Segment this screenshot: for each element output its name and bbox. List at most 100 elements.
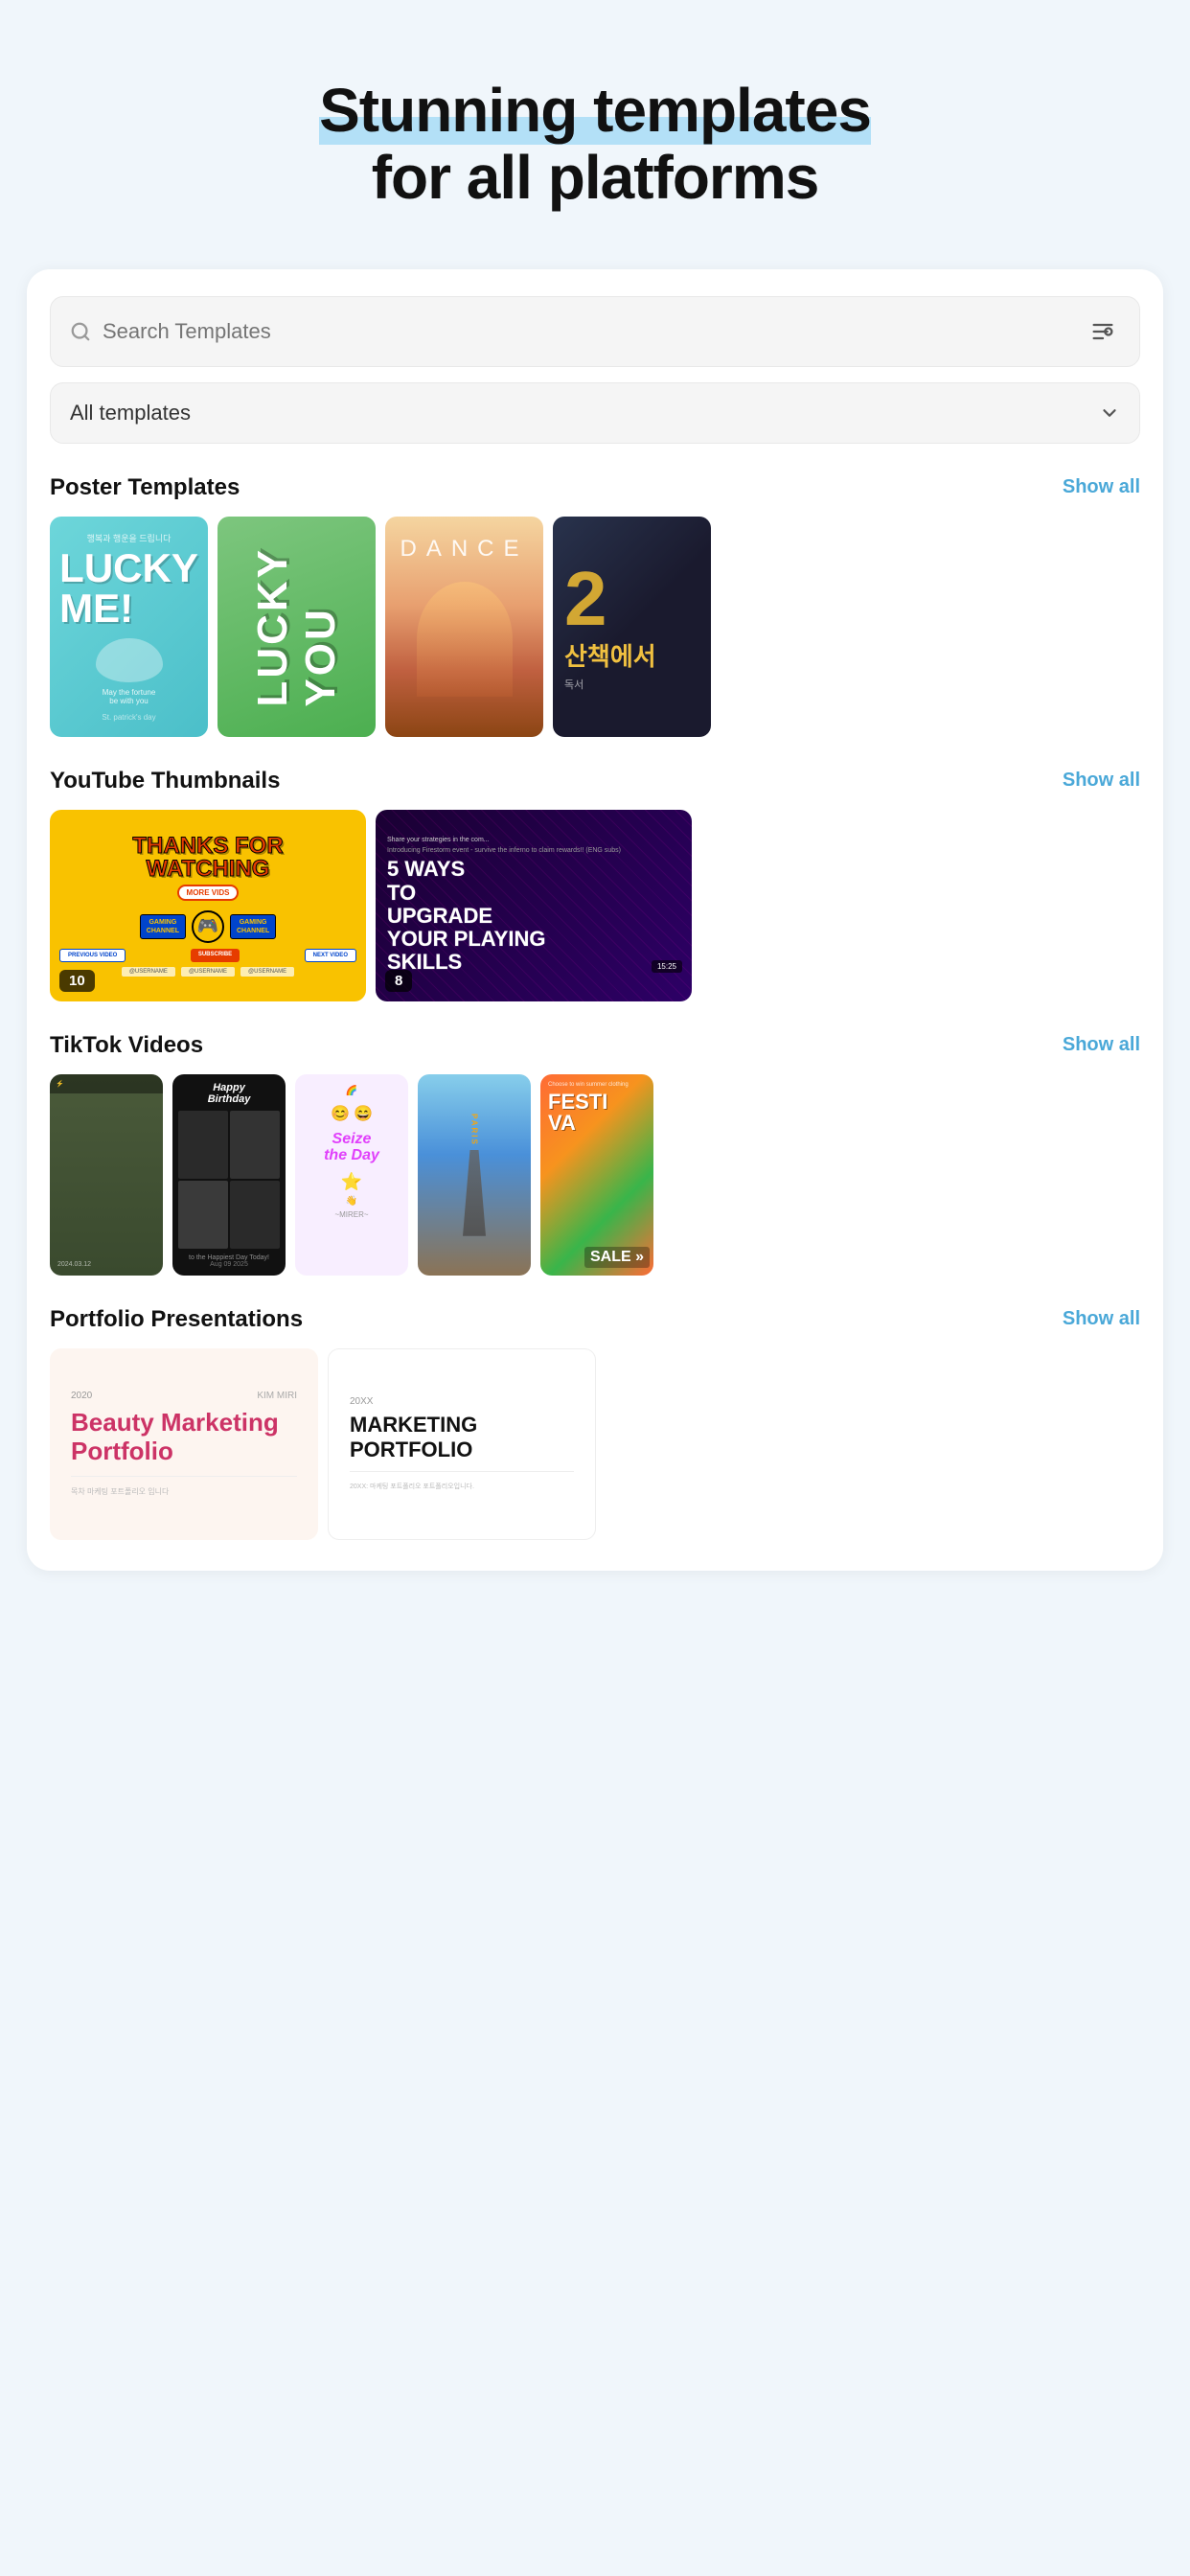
portfolio-grid: 2020 KIM MIRI Beauty MarketingPortfolio … — [50, 1348, 1140, 1540]
yt1-circle: 🎮 — [192, 910, 224, 943]
tiktok3-rainbow: 🌈 — [346, 1086, 357, 1096]
search-bar[interactable] — [50, 296, 1140, 367]
tiktok-item[interactable]: HappyBirthday to the Happiest Day Today!… — [172, 1074, 286, 1276]
portfolio-section: Portfolio Presentations Show all 2020 KI… — [50, 1306, 1140, 1540]
yt1-chip1: GAMINGCHANNEL — [140, 914, 186, 939]
search-input[interactable] — [103, 319, 1086, 344]
yt2-time: 15:25 — [652, 960, 682, 973]
poster-section-header: Poster Templates Show all — [50, 474, 1140, 501]
yt1-user1: @USERNAME — [122, 967, 175, 977]
yt1-user2: @USERNAME — [181, 967, 235, 977]
port1-divider — [71, 1476, 297, 1477]
youtube-section-title: YouTube Thumbnails — [50, 768, 280, 794]
tiktok2-title: HappyBirthday — [208, 1082, 251, 1105]
yt1-chip2: GAMINGCHANNEL — [230, 914, 276, 939]
main-card: All templates Poster Templates Show all … — [27, 269, 1163, 1571]
port2-year: 20XX — [350, 1396, 574, 1407]
hero-title-line1: Stunning templates — [319, 76, 871, 145]
hero-section: Stunning templates for all platforms — [0, 0, 1190, 250]
tiktok-item[interactable]: ⚡ 2024.03.12 — [50, 1074, 163, 1276]
tiktok3-name: ~MIRER~ — [334, 1210, 368, 1219]
poster-show-all-link[interactable]: Show all — [1063, 476, 1140, 498]
portfolio-section-header: Portfolio Presentations Show all — [50, 1306, 1140, 1333]
yt2-tag: Share your strategies in the com... — [387, 837, 490, 843]
portfolio-item[interactable]: 20XX MARKETINGPORTFOLIO 20XX: 마케팅 포트폴리오 … — [328, 1348, 596, 1540]
tiktok-section: TikTok Videos Show all ⚡ 2024.03.12 Happ… — [50, 1032, 1140, 1276]
template-type-dropdown[interactable]: All templates — [50, 382, 1140, 444]
youtube-item[interactable]: THANKS FORWATCHING MORE VIDS GAMINGCHANN… — [50, 810, 366, 1001]
tiktok2-photo3 — [178, 1181, 228, 1249]
tiktok3-hi: 👋 — [346, 1196, 357, 1207]
tiktok4-eiffel: PARIS — [470, 1114, 479, 1146]
port1-header: 2020 KIM MIRI — [71, 1391, 297, 1401]
tiktok-item[interactable]: Choose to win summer clothing FESTIVA SA… — [540, 1074, 653, 1276]
yt1-badge: 10 — [59, 970, 95, 992]
poster-lucky-me-cloud — [96, 638, 163, 682]
poster-item[interactable]: DANCE — [385, 517, 543, 737]
tiktok-section-title: TikTok Videos — [50, 1032, 203, 1059]
yt1-more: MORE VIDS — [177, 885, 240, 901]
tiktok5-tag: Choose to win summer clothing — [548, 1082, 629, 1088]
tiktok-section-header: TikTok Videos Show all — [50, 1032, 1140, 1059]
youtube-show-all-link[interactable]: Show all — [1063, 770, 1140, 792]
youtube-item[interactable]: Share your strategies in the com... Intr… — [376, 810, 692, 1001]
tiktok2-photo4 — [230, 1181, 280, 1249]
tiktok2-date: to the Happiest Day Today! — [189, 1254, 269, 1261]
chevron-down-icon — [1099, 402, 1120, 424]
port2-sub: 20XX: 마케팅 포트폴리오 포트폴리오입니다. — [350, 1482, 574, 1491]
tiktok3-face1: 😊 — [331, 1104, 350, 1123]
yt2-intro: Introducing Firestorm event - survive th… — [387, 847, 621, 854]
filter-icon — [1089, 318, 1116, 345]
poster-lucky-me-tag: St. patrick's day — [102, 713, 155, 722]
tiktok1-top-bar: ⚡ — [50, 1074, 163, 1093]
hero-title: Stunning templates for all platforms — [38, 77, 1152, 212]
tiktok5-festi: FESTIVA — [548, 1092, 607, 1134]
youtube-grid: THANKS FORWATCHING MORE VIDS GAMINGCHANN… — [50, 810, 1140, 1001]
yt1-next: NEXT VIDEO — [305, 949, 356, 962]
portfolio-show-all-link[interactable]: Show all — [1063, 1308, 1140, 1330]
tiktok3-star: ⭐ — [341, 1172, 362, 1192]
poster-lucky-you-vert: LUCKYYOU — [249, 547, 345, 707]
tiktok2-photo2 — [230, 1111, 280, 1179]
search-icon — [70, 321, 91, 342]
poster-lucky-me-badge: 행복과 행운을 드립니다 — [87, 532, 172, 544]
yt1-title: THANKS FORWATCHING — [132, 835, 283, 881]
yt1-prev: PREVIOUS VIDEO — [59, 949, 126, 962]
poster-dance-text: DANCE — [400, 536, 528, 563]
tiktok3-faces: 😊 😄 — [331, 1104, 373, 1123]
tiktok4-tower — [460, 1150, 489, 1236]
port1-name: KIM MIRI — [257, 1391, 297, 1401]
tiktok-grid: ⚡ 2024.03.12 HappyBirthday to the Happie… — [50, 1074, 1140, 1276]
yt1-user3: @USERNAME — [240, 967, 294, 977]
portfolio-section-title: Portfolio Presentations — [50, 1306, 303, 1333]
poster-section-title: Poster Templates — [50, 474, 240, 501]
tiktok-show-all-link[interactable]: Show all — [1063, 1034, 1140, 1056]
poster-korean-text: 산책에서 — [564, 637, 656, 673]
yt1-bottom-row: PREVIOUS VIDEO SUBSCRIBE NEXT VIDEO — [59, 949, 356, 962]
portfolio-item[interactable]: 2020 KIM MIRI Beauty MarketingPortfolio … — [50, 1348, 318, 1540]
yt2-title: 5 WAYSTOUPGRADEYOUR PLAYINGSKILLS — [387, 858, 545, 974]
youtube-section-header: YouTube Thumbnails Show all — [50, 768, 1140, 794]
yt1-chips-row: GAMINGCHANNEL 🎮 GAMINGCHANNEL — [140, 910, 276, 943]
poster-section: Poster Templates Show all 행복과 행운을 드립니다 L… — [50, 474, 1140, 737]
poster-item[interactable]: 2 산책에서 독서 — [553, 517, 711, 737]
port2-divider — [350, 1471, 574, 1472]
tiktok2-photo1 — [178, 1111, 228, 1179]
tiktok2-photos — [178, 1111, 280, 1249]
poster-grid: 행복과 행운을 드립니다 LUCKYME! May the fortunebe … — [50, 517, 1140, 737]
tiktok5-sale: SALE » — [584, 1247, 650, 1268]
poster-lucky-me-text: LUCKYME! — [59, 548, 198, 629]
port1-year: 2020 — [71, 1391, 92, 1401]
tiktok2-date2: Aug 09 2025 — [210, 1261, 248, 1268]
filter-button[interactable] — [1086, 314, 1120, 349]
tiktok1-date: 2024.03.12 — [57, 1261, 155, 1268]
hero-title-line2: for all platforms — [372, 143, 819, 212]
yt1-subscribe: SUBSCRIBE — [191, 949, 240, 962]
poster-lucky-me-sub: May the fortunebe with you — [103, 688, 156, 705]
tiktok-item[interactable]: 🌈 😊 😄 Seizethe Day ⭐ 👋 ~MIRER~ — [295, 1074, 408, 1276]
poster-item[interactable]: 행복과 행운을 드립니다 LUCKYME! May the fortunebe … — [50, 517, 208, 737]
tiktok-item[interactable]: PARIS — [418, 1074, 531, 1276]
poster-item[interactable]: LUCKYYOU — [217, 517, 376, 737]
poster-dance-figure — [417, 582, 513, 697]
youtube-section: YouTube Thumbnails Show all THANKS FORWA… — [50, 768, 1140, 1001]
